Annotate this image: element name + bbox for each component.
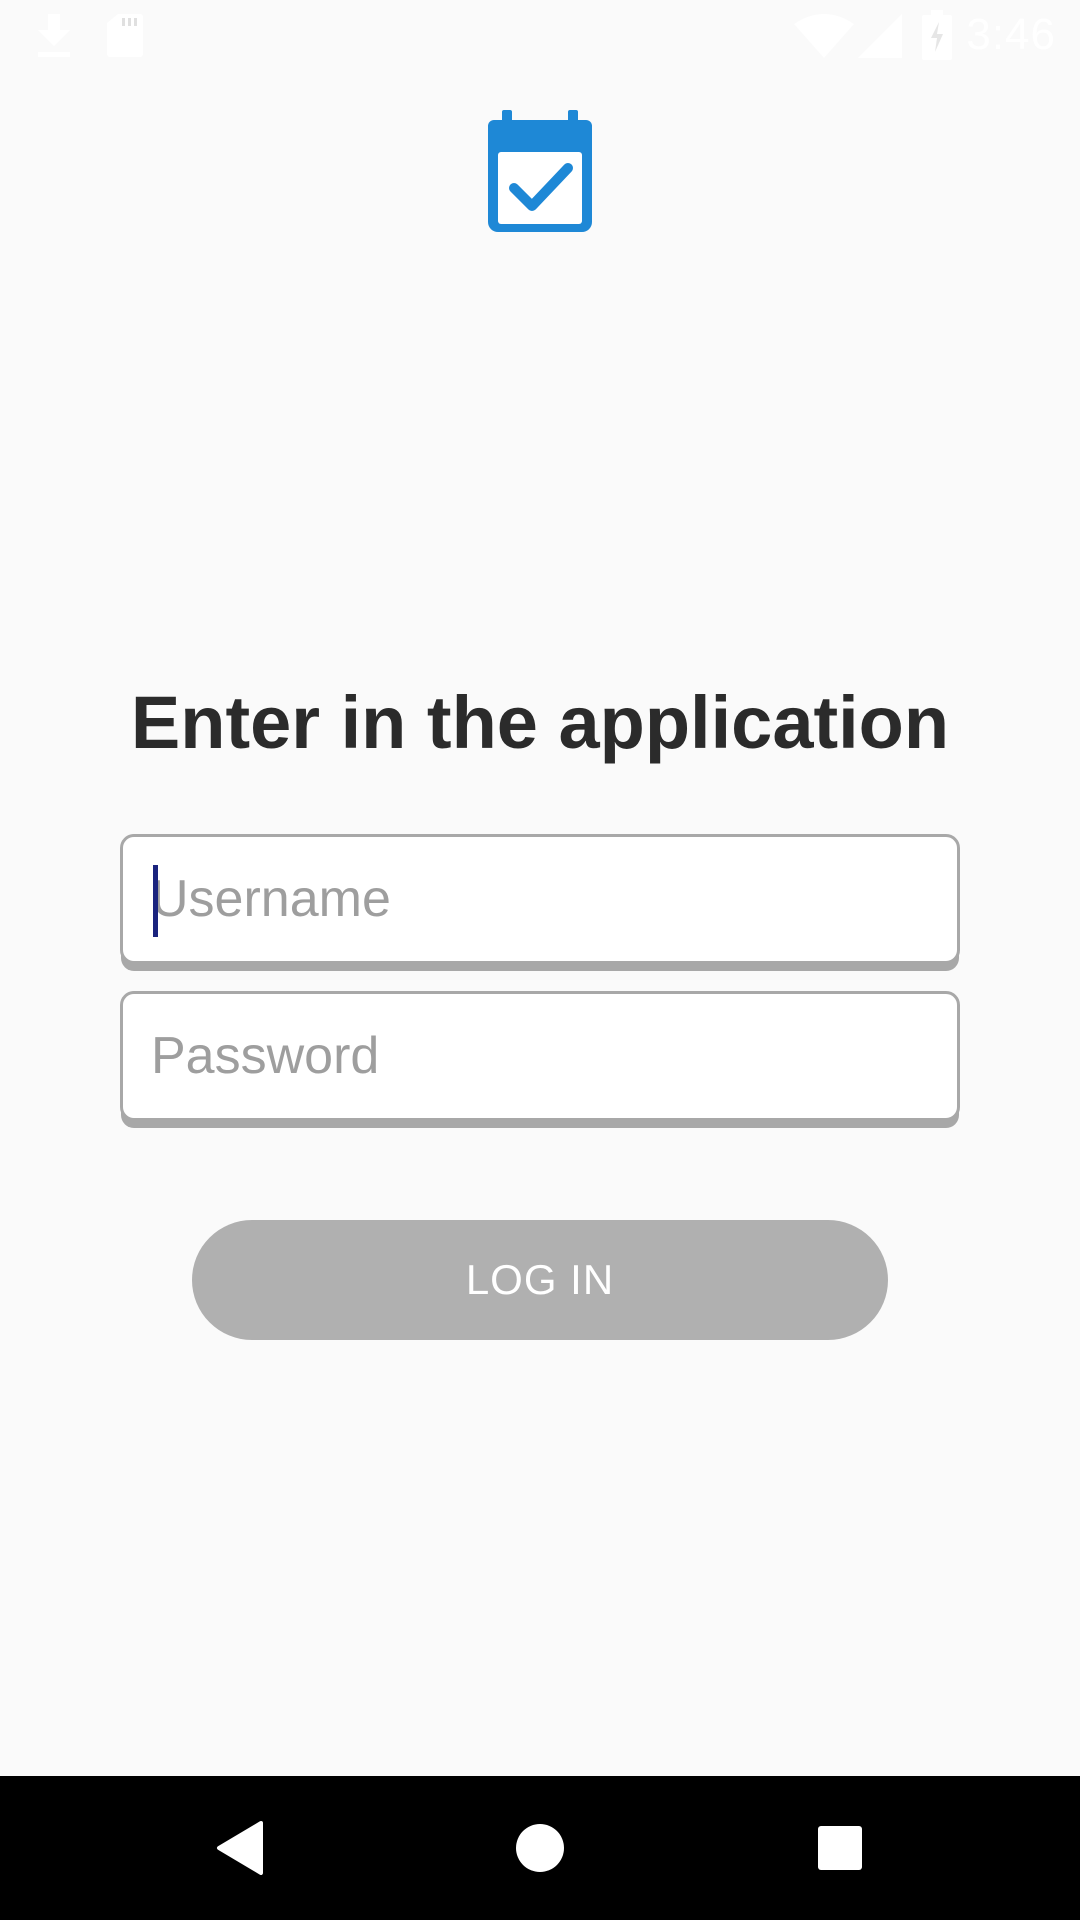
- home-button[interactable]: [450, 1776, 630, 1920]
- home-icon: [516, 1824, 564, 1872]
- page-title: Enter in the application: [130, 681, 950, 764]
- password-field[interactable]: [120, 991, 960, 1121]
- calendar-check-icon: [488, 110, 592, 232]
- download-icon: [38, 14, 70, 57]
- back-button[interactable]: [150, 1776, 330, 1920]
- signal-icon: [858, 14, 902, 58]
- text-cursor: [153, 865, 158, 937]
- wifi-icon: [794, 14, 854, 58]
- status-time: 3:46: [966, 10, 1056, 59]
- username-field[interactable]: [120, 834, 960, 964]
- password-input[interactable]: [151, 994, 931, 1118]
- username-input[interactable]: [151, 837, 931, 961]
- navigation-bar: [0, 1776, 1080, 1920]
- recents-button[interactable]: [750, 1776, 930, 1920]
- status-bar: 3:46: [0, 0, 1080, 72]
- login-button[interactable]: LOG IN: [192, 1220, 888, 1340]
- sd-card-icon: [107, 14, 143, 57]
- battery-icon: [922, 10, 952, 60]
- recents-icon: [818, 1826, 862, 1870]
- back-icon: [217, 1821, 263, 1875]
